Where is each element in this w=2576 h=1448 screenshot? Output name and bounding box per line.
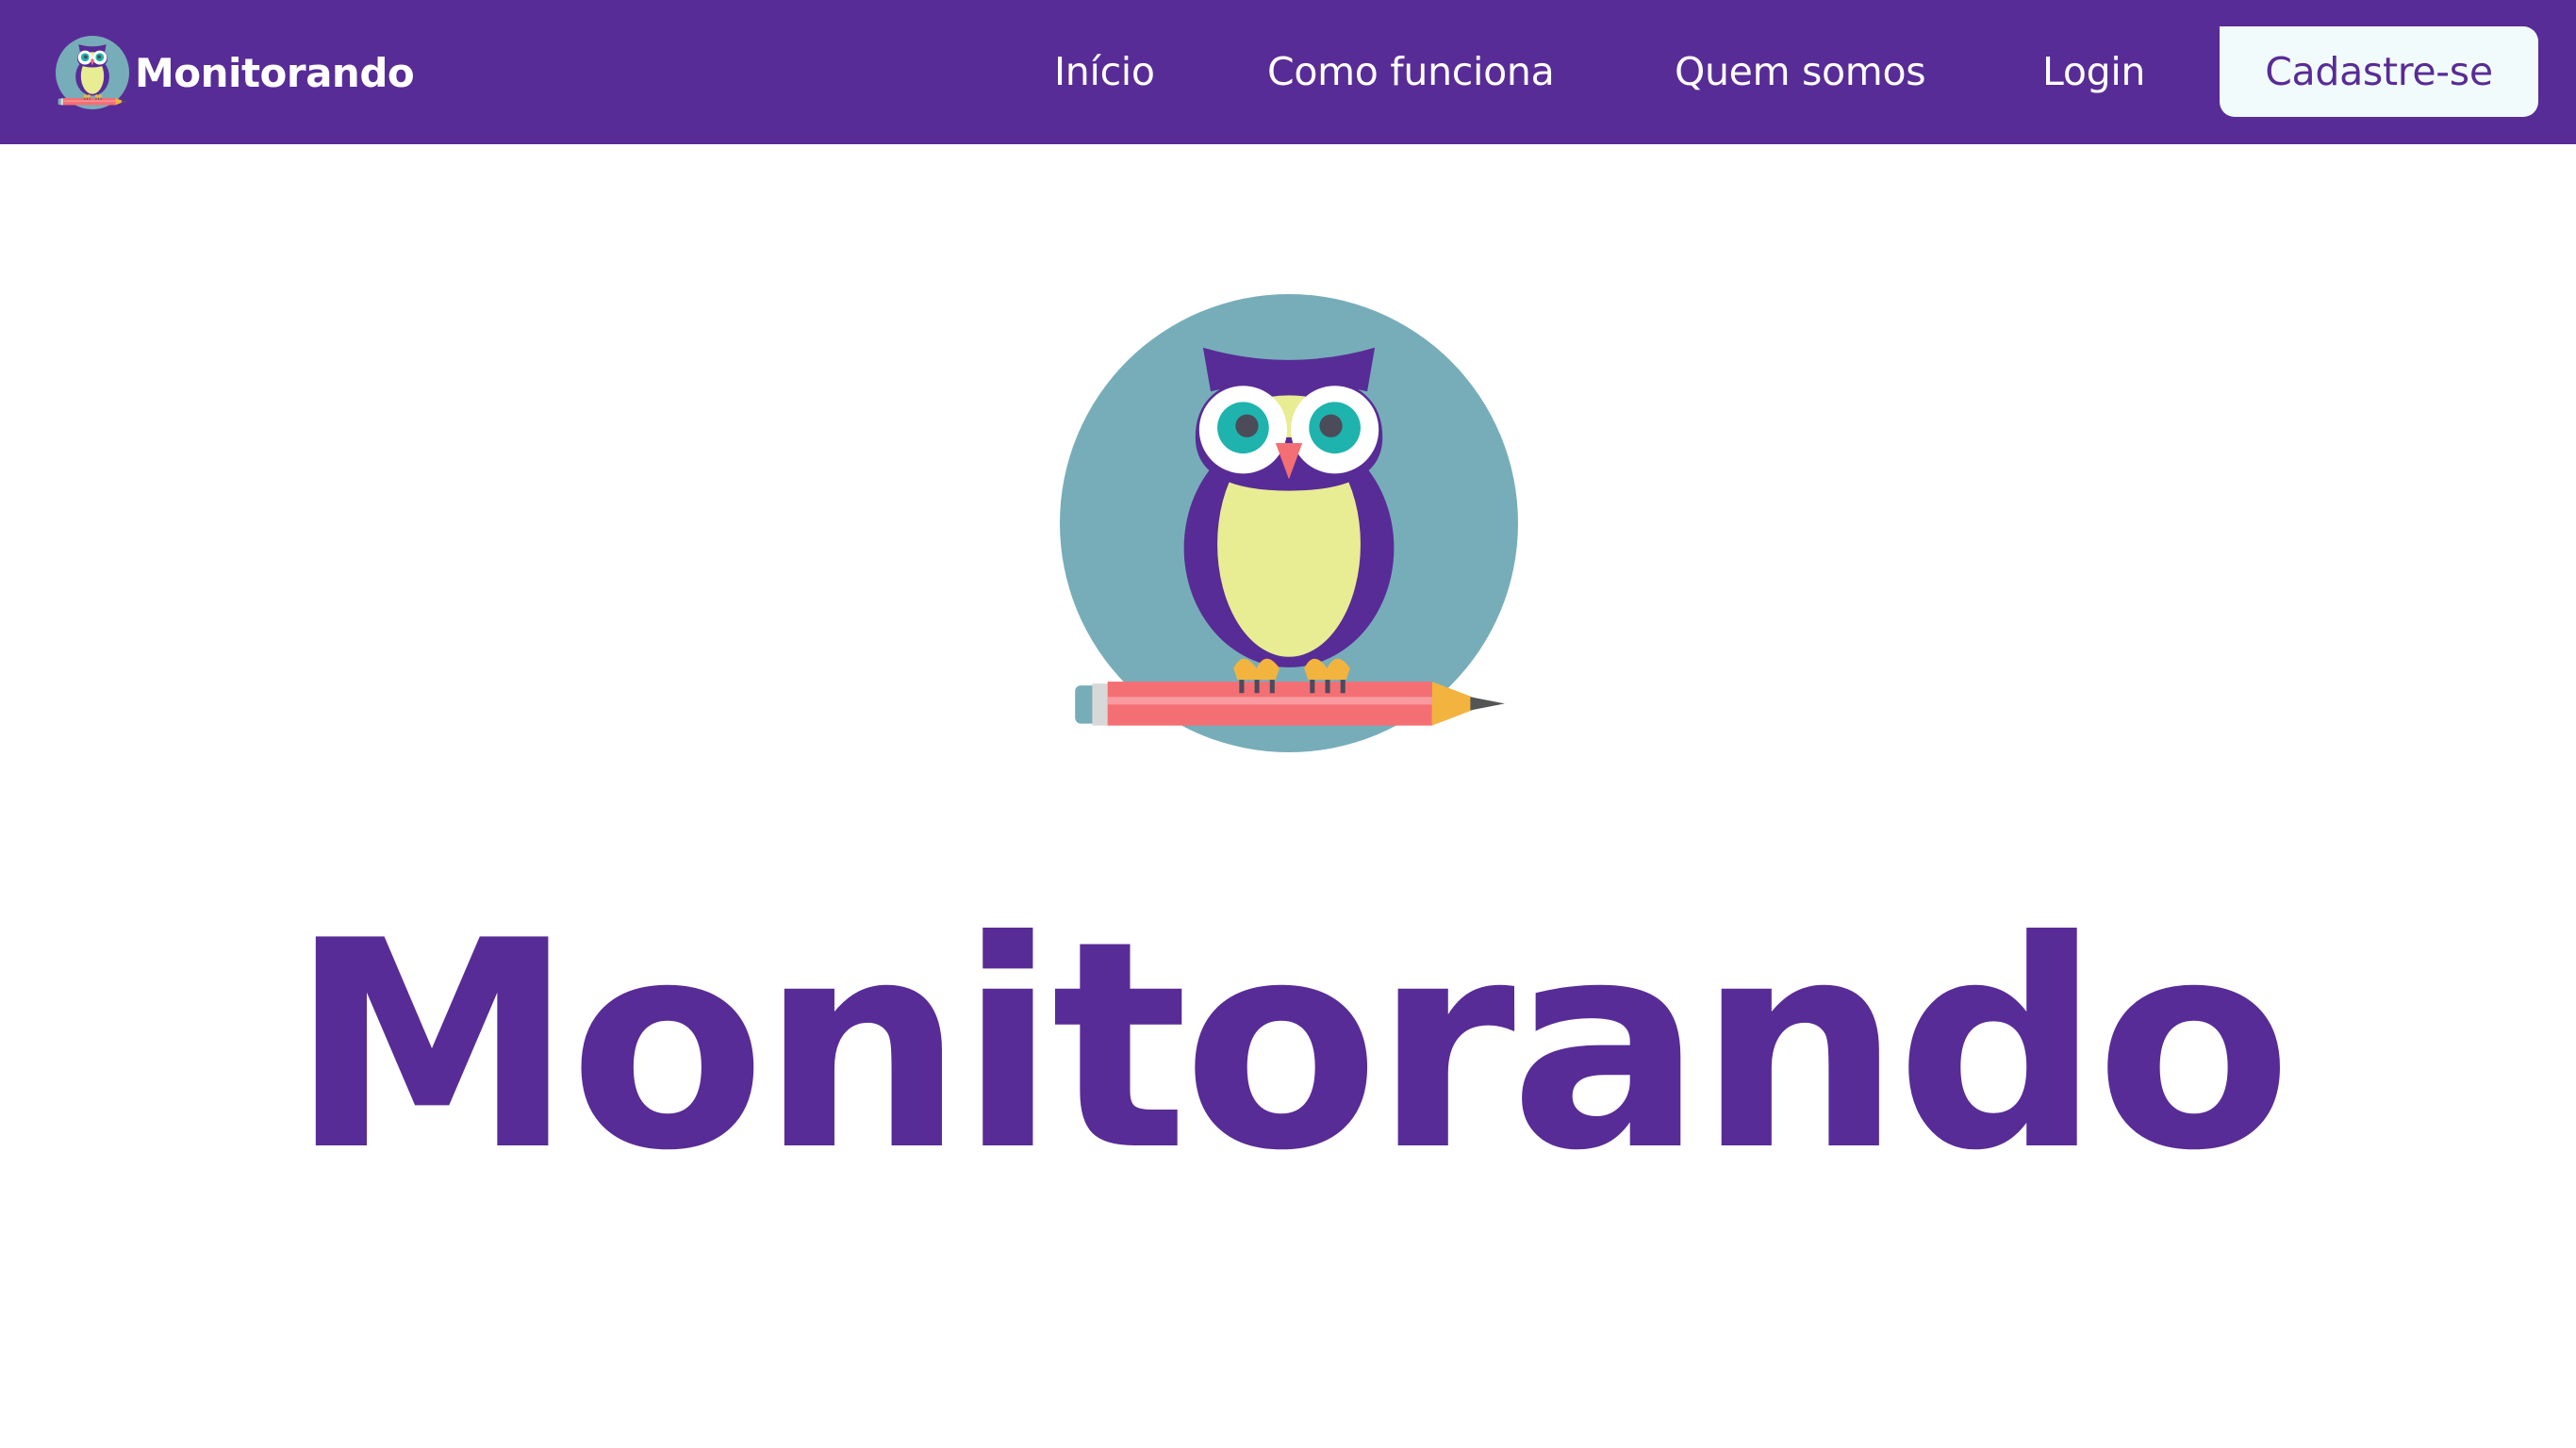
owl-logo-icon [56, 36, 129, 109]
signup-button[interactable]: Cadastre-se [2220, 26, 2538, 117]
nav-link-quem-somos[interactable]: Quem somos [1675, 42, 1926, 101]
top-navbar: Monitorando Início Como funciona Quem so… [0, 0, 2576, 144]
hero-title: Monitorando [289, 880, 2292, 1213]
brand-home-link[interactable]: Monitorando [56, 36, 415, 109]
nav-link-inicio[interactable]: Início [1054, 42, 1155, 101]
brand-name: Monitorando [135, 49, 415, 96]
nav-link-login[interactable]: Login [2042, 42, 2145, 101]
owl-hero-icon [1060, 294, 1518, 752]
nav-link-como-funciona[interactable]: Como funciona [1267, 42, 1555, 101]
